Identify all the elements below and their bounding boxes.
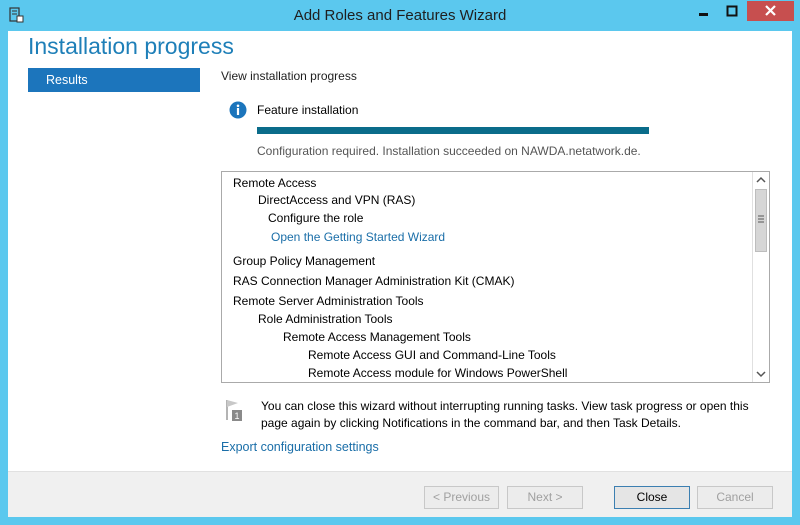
notification-flag-icon: 1 [226, 400, 242, 421]
scroll-up-icon[interactable] [753, 172, 769, 188]
page-title: Installation progress [28, 33, 234, 59]
minimize-icon [699, 13, 708, 16]
info-icon [229, 101, 247, 119]
close-button[interactable]: Close [614, 486, 690, 509]
maximize-button[interactable] [718, 1, 746, 21]
export-configuration-link[interactable]: Export configuration settings [221, 440, 379, 454]
result-item: Remote Access Management Tools [283, 330, 471, 344]
getting-started-wizard-link[interactable]: Open the Getting Started Wizard [271, 230, 445, 244]
result-item: Remote Server Administration Tools [233, 294, 424, 308]
result-item: Configure the role [268, 211, 364, 225]
close-wizard-notice: You can close this wizard without interr… [261, 399, 749, 430]
result-item: Remote Access [233, 176, 317, 190]
results-scrollbar[interactable] [752, 172, 769, 382]
result-item: Role Administration Tools [258, 312, 393, 326]
result-item: DirectAccess and VPN (RAS) [258, 193, 416, 207]
result-item: Remote Access GUI and Command-Line Tools [308, 348, 556, 362]
notification-badge: 1 [234, 411, 239, 421]
result-item: RAS Connection Manager Administration Ki… [233, 274, 515, 288]
sidebar-item-results[interactable]: Results [28, 68, 200, 92]
next-button[interactable]: Next > [507, 486, 583, 509]
close-icon [765, 5, 776, 16]
progress-fill [257, 127, 649, 134]
wizard-body: Installation progress Results View insta… [8, 31, 792, 517]
close-window-button[interactable] [747, 1, 794, 21]
results-list[interactable]: Remote Access DirectAccess and VPN (RAS) C… [221, 171, 770, 383]
window-title: Add Roles and Features Wizard [293, 7, 507, 24]
result-item: Remote Access module for Windows PowerSh… [308, 366, 568, 380]
installation-status: Configuration required. Installation suc… [257, 144, 641, 158]
maximize-icon [726, 5, 738, 17]
minimize-button[interactable] [690, 1, 717, 21]
cancel-button[interactable]: Cancel [697, 486, 773, 509]
feature-installation-label: Feature installation [257, 103, 359, 117]
wizard-footer: < Previous Next > Close Cancel [8, 472, 792, 517]
result-item: Group Policy Management [233, 254, 376, 268]
title-bar[interactable]: Add Roles and Features Wizard [0, 0, 800, 32]
previous-button[interactable]: < Previous [424, 486, 499, 509]
installation-progress-bar [257, 127, 649, 134]
sidebar-item-label: Results [46, 73, 88, 87]
scroll-thumb[interactable] [755, 189, 767, 252]
scroll-down-icon[interactable] [753, 366, 769, 382]
wizard-window: Add Roles and Features Wizard Installati… [0, 0, 800, 525]
section-heading: View installation progress [221, 69, 357, 83]
grip-icon [758, 215, 764, 223]
